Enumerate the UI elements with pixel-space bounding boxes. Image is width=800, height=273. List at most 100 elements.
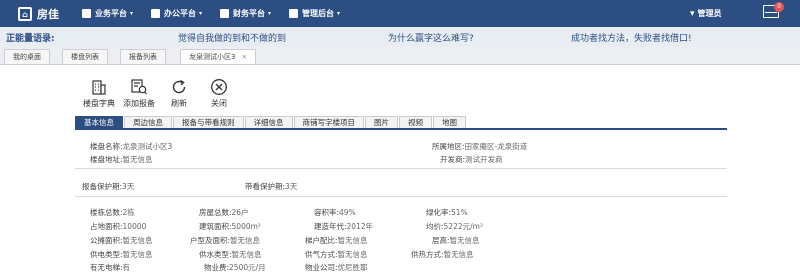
detail-cell: 供水类型:暂无信息: [199, 249, 262, 260]
detail-cell: 占地面积:10000: [90, 221, 146, 232]
slogan-label: 正能量语录:: [6, 34, 55, 44]
tab-surroundings[interactable]: 周边信息: [124, 116, 172, 128]
field-label: 报备保护期:: [82, 182, 123, 191]
field-label: 户型及面积:: [190, 236, 231, 245]
app-logo[interactable]: ⌂ 房佳: [18, 6, 59, 22]
tab-report-rules[interactable]: 报备与带看规则: [173, 116, 244, 128]
field-value: 5000m²: [231, 222, 261, 231]
user-menu[interactable]: ▾ 管理员: [690, 8, 722, 19]
field-value: 10000: [122, 222, 147, 231]
main-menu: 业务平台 ▾ 办公平台 ▾ 财务平台 ▾ 管理后台 ▾: [82, 8, 340, 19]
slogan-text: 成功者找方法，失败者找借口!: [571, 34, 692, 44]
field-label: 所属地区:: [432, 142, 465, 151]
tab-detail-info[interactable]: 详细信息: [244, 116, 293, 128]
address-value: 暂无信息: [122, 155, 153, 164]
detail-cell: 物业费:2500元/月: [204, 262, 266, 273]
menu-label: 管理后台: [302, 9, 335, 18]
region-row: 所属地区:田家庵区-龙泉街道: [432, 141, 527, 152]
field-value: 暂无信息: [443, 250, 474, 259]
tab-current-property[interactable]: 龙泉测试小区3 ×: [180, 49, 257, 64]
property-name-row: 楼盘名称:龙泉测试小区3: [90, 141, 172, 152]
caret-down-icon: ▾: [268, 10, 272, 17]
field-value: 51%: [451, 208, 468, 217]
field-value: 暂无信息: [449, 236, 480, 245]
menu-admin[interactable]: 管理后台 ▾: [289, 8, 340, 19]
menu-label: 财务平台: [233, 9, 266, 18]
user-name: 管理员: [697, 9, 722, 18]
field-label: 公摊面积:: [90, 236, 123, 245]
tab-report-list[interactable]: 报备列表: [120, 49, 166, 64]
address-row: 楼盘地址:暂无信息: [90, 154, 153, 165]
grid-icon: [220, 9, 230, 18]
detail-cell: 物业公司:优尼胜耶: [305, 262, 368, 273]
refresh-icon: [170, 78, 188, 96]
grid-icon: [289, 9, 299, 18]
detail-cell: 有无电梯:有: [90, 262, 130, 273]
detail-cell: 公摊面积:暂无信息: [90, 235, 153, 246]
tab-label: 楼盘列表: [71, 53, 99, 61]
report-protect-value: 3天: [122, 182, 135, 191]
tab-images[interactable]: 图片: [365, 116, 398, 128]
field-label: 占地面积:: [90, 222, 123, 231]
close-icon: [210, 78, 228, 96]
detail-cell: 容积率:49%: [314, 207, 356, 218]
menu-finance[interactable]: 财务平台 ▾: [220, 8, 271, 19]
detail-cell: 供热方式:暂无信息: [411, 249, 474, 260]
grid-icon: [151, 9, 161, 18]
property-name-value: 龙泉测试小区3: [122, 142, 173, 151]
divider: [75, 168, 727, 169]
field-label: 绿化率:: [426, 208, 452, 217]
menu-business[interactable]: 业务平台 ▾: [82, 8, 133, 19]
grid-icon: [82, 9, 91, 18]
detail-tabs: 基本信息 周边信息 报备与带看规则 详细信息 商铺写字楼项目 图片 视频 地图: [75, 116, 727, 130]
mail-badge: 0: [774, 2, 784, 12]
caret-down-icon: ▾: [337, 10, 341, 17]
tab-videos[interactable]: 视频: [399, 116, 432, 128]
field-label: 楼盘名称:: [90, 142, 123, 151]
detail-cell: 建筑面积:5000m²: [199, 221, 261, 232]
detail-cell: 梯户配比:暂无信息: [305, 235, 368, 246]
divider: [75, 196, 727, 197]
tool-label: 关闭: [211, 99, 227, 108]
view-protect-value: 3天: [285, 182, 298, 191]
detail-cell: 层高:暂无信息: [432, 235, 480, 246]
home-logo-icon: ⌂: [18, 7, 32, 21]
tab-label: 我的桌面: [13, 53, 41, 61]
add-report-button[interactable]: 添加报备: [123, 78, 155, 109]
property-dictionary-button[interactable]: 楼盘字典: [83, 78, 115, 109]
tab-map[interactable]: 地图: [433, 116, 466, 128]
close-tab-icon[interactable]: ×: [241, 53, 247, 61]
page-tabs: 我的桌面 楼盘列表 报备列表 龙泉测试小区3 ×: [0, 46, 800, 65]
top-navbar: ⌂ 房佳 业务平台 ▾ 办公平台 ▾ 财务平台 ▾ 管理后台 ▾ ▾ 管理员 0: [0, 0, 800, 27]
detail-cell: 绿化率:51%: [426, 207, 468, 218]
field-value: 49%: [339, 208, 356, 217]
field-label: 建筑面积:: [199, 222, 232, 231]
field-value: 优尼胜耶: [337, 263, 368, 272]
field-value: 暂无信息: [230, 236, 261, 245]
tab-label: 报备列表: [129, 53, 157, 61]
close-button[interactable]: 关闭: [204, 78, 234, 109]
tab-my-desktop[interactable]: 我的桌面: [4, 49, 50, 64]
field-value: 暂无信息: [231, 250, 262, 259]
field-value: 26户: [231, 208, 249, 217]
field-value: 有: [122, 263, 131, 272]
view-protect-row: 带看保护期:3天: [245, 181, 297, 192]
developer-row: 开发商:测试开发商: [440, 154, 503, 165]
menu-office[interactable]: 办公平台 ▾: [151, 8, 202, 19]
toolbar: 楼盘字典 添加报备 刷新 关闭: [83, 78, 234, 109]
detail-cell: 房屋总数:26户: [199, 207, 249, 218]
tab-property-list[interactable]: 楼盘列表: [62, 49, 108, 64]
field-value: 2栋: [122, 208, 135, 217]
menu-label: 办公平台: [164, 9, 197, 18]
tab-basic-info[interactable]: 基本信息: [75, 116, 123, 128]
refresh-button[interactable]: 刷新: [164, 78, 194, 109]
mail-button[interactable]: 0: [763, 2, 784, 18]
field-label: 物业费:: [204, 263, 230, 272]
tab-commercial-projects[interactable]: 商铺写字楼项目: [293, 116, 364, 128]
detail-cell: 建造年代:2012年: [314, 221, 373, 232]
caret-down-icon: ▾: [199, 10, 203, 17]
menu-label: 业务平台: [95, 9, 127, 18]
field-label: 带看保护期:: [245, 182, 286, 191]
field-label: 建造年代:: [314, 222, 347, 231]
tool-label: 刷新: [171, 99, 187, 108]
